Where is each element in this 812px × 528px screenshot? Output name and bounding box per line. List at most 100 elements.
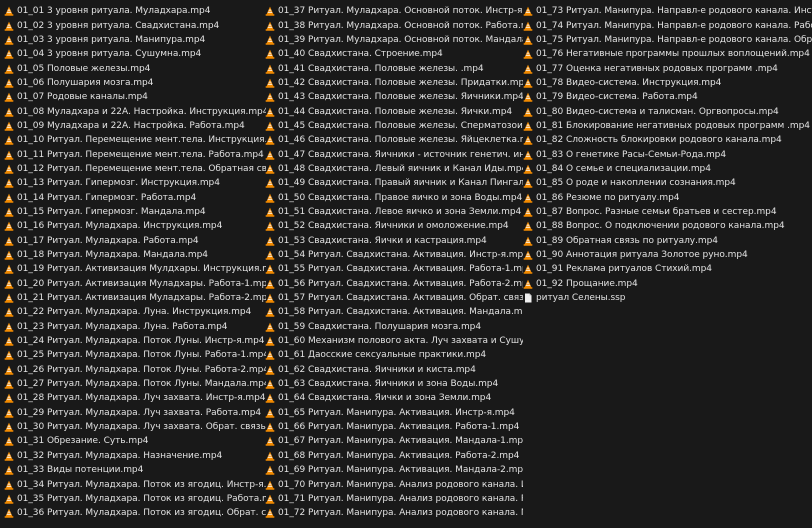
file-name: 01_79 Видео-система. Работа.mp4 — [536, 92, 698, 103]
file-item[interactable]: 01_05 Половые железы.mp4 — [4, 61, 266, 75]
file-item[interactable]: 01_42 Свадхистана. Половые железы. Прида… — [265, 76, 523, 90]
file-item[interactable]: 01_17 Ритуал. Муладхара. Работа.mp4 — [4, 234, 266, 248]
file-item[interactable]: 01_39 Ритуал. Муладхара. Основной поток.… — [265, 33, 523, 47]
file-item[interactable]: 01_24 Ритуал. Муладхара. Поток Луны. Инс… — [4, 334, 266, 348]
file-item[interactable]: 01_12 Ритуал. Перемещение мент.тела. Обр… — [4, 162, 266, 176]
file-item[interactable]: 01_76 Негативные программы прошлых вопло… — [523, 47, 812, 61]
file-item[interactable]: 01_75 Ритуал. Манипура. Направл-е родово… — [523, 33, 812, 47]
file-item[interactable]: 01_80 Видео-система и талисман. Оргвопро… — [523, 104, 812, 118]
file-item[interactable]: 01_33 Виды потенции.mp4 — [4, 463, 266, 477]
file-item[interactable]: 01_55 Ритуал. Свадхистана. Активация. Ра… — [265, 262, 523, 276]
file-item[interactable]: 01_20 Ритуал. Активизация Муладхары. Раб… — [4, 277, 266, 291]
file-item[interactable]: 01_49 Свадхистана. Правый яичник и Канал… — [265, 176, 523, 190]
file-item[interactable]: 01_34 Ритуал. Муладхара. Поток из ягодиц… — [4, 477, 266, 491]
file-item[interactable]: 01_04 3 уровня ритуала. Сушумна.mp4 — [4, 47, 266, 61]
file-item[interactable]: 01_90 Аннотация ритуала Золотое руно.mp4 — [523, 248, 812, 262]
file-item[interactable]: 01_40 Свадхистана. Строение.mp4 — [265, 47, 523, 61]
file-item[interactable]: 01_22 Ритуал. Муладхара. Луна. Инструкци… — [4, 305, 266, 319]
file-item[interactable]: 01_19 Ритуал. Активизация Мулдхары. Инст… — [4, 262, 266, 276]
file-item[interactable]: 01_54 Ритуал. Свадхистана. Активация. Ин… — [265, 248, 523, 262]
file-item[interactable]: 01_50 Свадхистана. Правое яичко и зона В… — [265, 190, 523, 204]
file-item[interactable]: 01_46 Свадхистана. Половые железы. Яйцек… — [265, 133, 523, 147]
file-item[interactable]: 01_18 Ритуал. Муладхара. Мандала.mp4 — [4, 248, 266, 262]
file-item[interactable]: 01_70 Ритуал. Манипура. Анализ родового … — [265, 477, 523, 491]
file-item[interactable]: 01_10 Ритуал. Перемещение мент.тела. Инс… — [4, 133, 266, 147]
file-item[interactable]: 01_60 Механизм полового акта. Луч захват… — [265, 334, 523, 348]
file-item[interactable]: 01_14 Ритуал. Гипермозг. Работа.mp4 — [4, 190, 266, 204]
file-item[interactable]: 01_58 Ритуал. Свадхистана. Активация. Ма… — [265, 305, 523, 319]
file-item[interactable]: 01_26 Ритуал. Муладхара. Поток Луны. Раб… — [4, 363, 266, 377]
file-item[interactable]: 01_74 Ритуал. Манипура. Направл-е родово… — [523, 18, 812, 32]
file-item[interactable]: 01_07 Родовые каналы.mp4 — [4, 90, 266, 104]
file-item[interactable]: 01_45 Свадхистана. Половые железы. Сперм… — [265, 119, 523, 133]
vlc-cone-icon — [4, 21, 14, 31]
file-item[interactable]: 01_37 Ритуал. Муладхара. Основной поток.… — [265, 4, 523, 18]
file-item[interactable]: 01_84 О семье и специализации.mp4 — [523, 162, 812, 176]
file-item[interactable]: 01_51 Свадхистана. Левое яичко и зона Зе… — [265, 205, 523, 219]
file-item[interactable]: 01_81 Блокирование негативных родовых пр… — [523, 119, 812, 133]
file-item[interactable]: 01_66 Ритуал. Манипура. Активация. Работ… — [265, 420, 523, 434]
file-item[interactable]: 01_27 Ритуал. Муладхара. Поток Луны. Ман… — [4, 377, 266, 391]
file-item[interactable]: 01_44 Свадхистана. Половые железы. Яички… — [265, 104, 523, 118]
file-item[interactable]: 01_25 Ритуал. Муладхара. Поток Луны. Раб… — [4, 348, 266, 362]
file-item[interactable]: 01_28 Ритуал. Муладхара. Луч захвата. Ин… — [4, 391, 266, 405]
file-item[interactable]: 01_88 Вопрос. О подключении родового кан… — [523, 219, 812, 233]
file-item[interactable]: 01_02 3 уровня ритуала. Свадхистана.mp4 — [4, 18, 266, 32]
file-item[interactable]: 01_35 Ритуал. Муладхара. Поток из ягодиц… — [4, 492, 266, 506]
file-item[interactable]: 01_36 Ритуал. Муладхара. Поток из ягодиц… — [4, 506, 266, 520]
file-item[interactable]: 01_16 Ритуал. Муладхара. Инструкция.mp4 — [4, 219, 266, 233]
file-item[interactable]: 01_09 Муладхара и 22А. Настройка. Работа… — [4, 119, 266, 133]
file-item[interactable]: 01_87 Вопрос. Разные семьи братьев и сес… — [523, 205, 812, 219]
file-item[interactable]: 01_62 Свадхистана. Яичники и киста.mp4 — [265, 363, 523, 377]
file-item[interactable]: 01_92 Прощание.mp4 — [523, 277, 812, 291]
file-item[interactable]: 01_68 Ритуал. Манипура. Активация. Работ… — [265, 449, 523, 463]
file-item[interactable]: 01_52 Свадхистана. Яичники и омоложение.… — [265, 219, 523, 233]
file-name: 01_43 Свадхистана. Половые железы. Яични… — [278, 92, 523, 103]
file-item[interactable]: 01_83 О генетике Расы-Семьи-Рода.mp4 — [523, 147, 812, 161]
file-item[interactable]: 01_30 Ритуал. Муладхара. Луч захвата. Об… — [4, 420, 266, 434]
file-item[interactable]: 01_73 Ритуал. Манипура. Направл-е родово… — [523, 4, 812, 18]
file-column-1: 01_01 3 уровня ритуала. Муладхара.mp4 01_… — [4, 4, 266, 520]
file-item[interactable]: 01_79 Видео-система. Работа.mp4 — [523, 90, 812, 104]
file-item[interactable]: 01_03 3 уровня ритуала. Манипура.mp4 — [4, 33, 266, 47]
file-item[interactable]: 01_08 Муладхара и 22А. Настройка. Инстру… — [4, 104, 266, 118]
file-item[interactable]: 01_71 Ритуал. Манипура. Анализ родового … — [265, 492, 523, 506]
file-item[interactable]: 01_41 Свадхистана. Половые железы. .mp4 — [265, 61, 523, 75]
file-item[interactable]: 01_86 Резюме по ритуалу.mp4 — [523, 190, 812, 204]
file-item[interactable]: 01_69 Ритуал. Манипура. Активация. Манда… — [265, 463, 523, 477]
file-name: 01_83 О генетике Расы-Семьи-Рода.mp4 — [536, 149, 727, 160]
file-item[interactable]: 01_43 Свадхистана. Половые железы. Яични… — [265, 90, 523, 104]
file-item[interactable]: 01_15 Ритуал. Гипермозг. Мандала.mp4 — [4, 205, 266, 219]
file-item[interactable]: 01_31 Обрезание. Суть.mp4 — [4, 434, 266, 448]
file-item[interactable]: 01_53 Свадхистана. Яички и кастрация.mp4 — [265, 234, 523, 248]
vlc-cone-icon — [4, 6, 14, 16]
file-item[interactable]: 01_59 Свадхистана. Полушария мозга.mp4 — [265, 320, 523, 334]
file-item[interactable]: 01_47 Свадхистана. Яичники - источник ге… — [265, 147, 523, 161]
file-item[interactable]: 01_48 Свадхистана. Левый яичник и Канал … — [265, 162, 523, 176]
file-item[interactable]: 01_85 О роде и накоплении сознания.mp4 — [523, 176, 812, 190]
vlc-cone-icon — [4, 494, 14, 504]
file-item[interactable]: 01_01 3 уровня ритуала. Муладхара.mp4 — [4, 4, 266, 18]
file-item[interactable]: 01_23 Ритуал. Муладхара. Луна. Работа.mp… — [4, 320, 266, 334]
file-item[interactable]: 01_63 Свадхистана. Яичники и зона Воды.m… — [265, 377, 523, 391]
file-item[interactable]: 01_57 Ритуал. Свадхистана. Активация. Об… — [265, 291, 523, 305]
file-item[interactable]: 01_13 Ритуал. Гипермозг. Инструкция.mp4 — [4, 176, 266, 190]
file-item[interactable]: 01_72 Ритуал. Манипура. Анализ родового … — [265, 506, 523, 520]
file-item[interactable]: 01_38 Ритуал. Муладхара. Основной поток.… — [265, 18, 523, 32]
file-item[interactable]: 01_78 Видео-система. Инструкция.mp4 — [523, 76, 812, 90]
file-item[interactable]: 01_21 Ритуал. Активизация Муладхары. Раб… — [4, 291, 266, 305]
file-item[interactable]: 01_89 Обратная связь по ритуалу.mp4 — [523, 234, 812, 248]
file-item[interactable]: ритуал Селены.ssp — [523, 291, 812, 305]
file-item[interactable]: 01_61 Даосские сексуальные практики.mp4 — [265, 348, 523, 362]
file-item[interactable]: 01_64 Свадхистана. Яички и зона Земли.mp… — [265, 391, 523, 405]
file-item[interactable]: 01_56 Ритуал. Свадхистана. Активация. Ра… — [265, 277, 523, 291]
file-item[interactable]: 01_11 Ритуал. Перемещение мент.тела. Раб… — [4, 147, 266, 161]
file-item[interactable]: 01_82 Сложность блокировки родового кана… — [523, 133, 812, 147]
file-item[interactable]: 01_65 Ритуал. Манипура. Активация. Инстр… — [265, 406, 523, 420]
file-item[interactable]: 01_32 Ритуал. Муладхара. Назначение.mp4 — [4, 449, 266, 463]
file-item[interactable]: 01_91 Реклама ритуалов Стихий.mp4 — [523, 262, 812, 276]
file-item[interactable]: 01_77 Оценка негативных родовых программ… — [523, 61, 812, 75]
file-item[interactable]: 01_29 Ритуал. Муладхара. Луч захвата. Ра… — [4, 406, 266, 420]
file-item[interactable]: 01_67 Ритуал. Манипура. Активация. Манда… — [265, 434, 523, 448]
file-item[interactable]: 01_06 Полушария мозга.mp4 — [4, 76, 266, 90]
